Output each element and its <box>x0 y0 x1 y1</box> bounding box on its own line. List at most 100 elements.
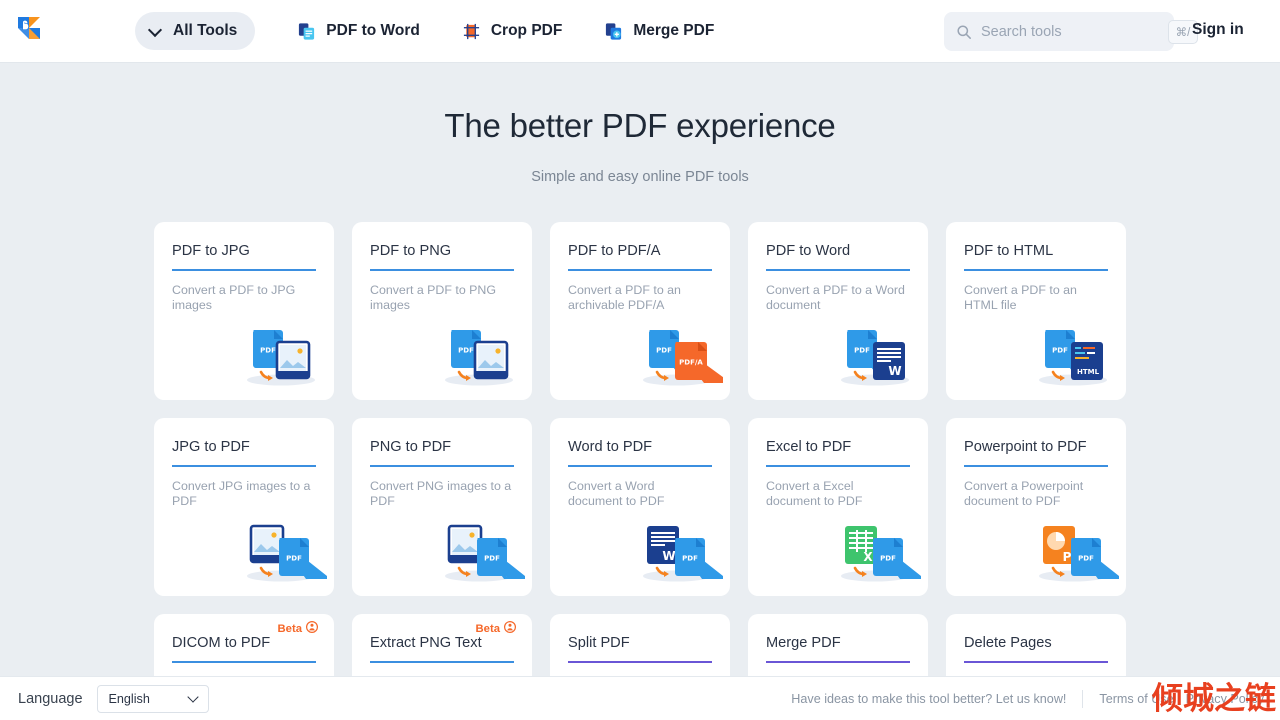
word-to-pdf-illustration-icon: W PDF <box>631 520 726 582</box>
all-tools-label: All Tools <box>173 22 238 39</box>
nav-item-pdf-to-word[interactable]: PDF to Word <box>297 22 420 41</box>
xodo-butterfly-logo-icon <box>16 15 46 48</box>
tool-card[interactable]: JPG to PDF Convert JPG images to a PDF PD… <box>154 418 334 596</box>
search-icon <box>956 24 972 40</box>
svg-text:PDF: PDF <box>286 555 302 563</box>
tool-card-accent-rule <box>568 661 712 663</box>
tool-card-accent-rule <box>766 465 910 467</box>
tools-grid: PDF to JPG Convert a PDF to JPG images PD… <box>154 222 1126 720</box>
svg-text:PDF: PDF <box>458 347 474 355</box>
image-to-pdf-illustration-icon: PDF <box>235 520 330 582</box>
tool-card-title: PDF to PDF/A <box>568 243 661 259</box>
beta-badge-label: Beta <box>277 623 303 635</box>
nav-item-crop-pdf[interactable]: Crop PDF <box>462 22 562 41</box>
tool-card-accent-rule <box>370 269 514 271</box>
beta-info-icon <box>503 620 517 638</box>
tool-card-description: Convert a Excel document to PDF <box>766 478 863 508</box>
nav-item-merge-pdf[interactable]: Merge PDF <box>604 22 714 41</box>
tool-card-description: Convert a Word document to PDF <box>568 478 665 508</box>
tool-card-description: Convert a PDF to a Word document <box>766 282 905 312</box>
svg-text:P: P <box>1063 550 1072 564</box>
tool-card-description: Convert a Powerpoint document to PDF <box>964 478 1084 508</box>
tool-card-accent-rule <box>172 269 316 271</box>
tool-card-accent-rule <box>568 269 712 271</box>
tool-card-description: Convert a PDF to PNG images <box>370 282 497 312</box>
language-label: Language <box>18 690 83 707</box>
svg-text:PDF: PDF <box>260 347 276 355</box>
tool-card-title: Excel to PDF <box>766 439 852 455</box>
tool-card-description: Convert a PDF to JPG images <box>172 282 296 312</box>
tool-card-title: PDF to HTML <box>964 243 1054 259</box>
tool-card-accent-rule <box>370 465 514 467</box>
tool-card[interactable]: PDF to Word Convert a PDF to a Word docum… <box>748 222 928 400</box>
search-tools-container[interactable]: ⌘/ <box>944 12 1198 51</box>
tool-card[interactable]: PDF to JPG Convert a PDF to JPG images PD… <box>154 222 334 400</box>
tool-card-description: Convert a PDF to an archivable PDF/A <box>568 282 681 312</box>
tool-card-description: Convert a PDF to an HTML file <box>964 282 1077 312</box>
beta-badge: Beta <box>278 620 319 638</box>
tool-card-accent-rule <box>172 465 316 467</box>
top-header: All Tools PDF to Word Crop PDF Merge PDF… <box>0 0 1280 63</box>
tool-card-title: JPG to PDF <box>172 439 250 455</box>
sign-in-button[interactable]: Sign in <box>1192 21 1244 39</box>
all-tools-button[interactable]: All Tools <box>135 12 256 50</box>
nav-label: Merge PDF <box>633 22 715 39</box>
nav-label: Crop PDF <box>490 22 563 39</box>
tool-card-title: PNG to PDF <box>370 439 452 455</box>
svg-text:PDF/A: PDF/A <box>679 359 703 367</box>
tool-card-title: PDF to PNG <box>370 243 452 259</box>
svg-text:PDF: PDF <box>880 555 896 563</box>
tool-card-title: PDF to JPG <box>172 243 250 259</box>
page-title: The better PDF experience <box>444 107 836 144</box>
hero-section: The better PDF experience Simple and eas… <box>0 63 1280 185</box>
chevron-down-icon <box>188 693 200 705</box>
tool-card-title: Word to PDF <box>568 439 653 455</box>
pdf-to-image-illustration-icon: PDF <box>433 324 519 386</box>
beta-badge-label: Beta <box>475 623 501 635</box>
terms-of-use-link[interactable]: Terms of Use <box>1099 692 1173 706</box>
tool-card-accent-rule <box>964 465 1108 467</box>
tool-card-accent-rule <box>766 661 910 663</box>
tool-card[interactable]: Powerpoint to PDF Convert a Powerpoint do… <box>946 418 1126 596</box>
tool-card-title: Powerpoint to PDF <box>964 439 1087 455</box>
tool-card[interactable]: PNG to PDF Convert PNG images to a PDF PD… <box>352 418 532 596</box>
tool-card[interactable]: PDF to HTML Convert a PDF to an HTML file… <box>946 222 1126 400</box>
header-nav: PDF to Word Crop PDF Merge PDF <box>297 22 714 41</box>
search-input[interactable] <box>981 23 1168 40</box>
tool-card-title: PDF to Word <box>766 243 851 259</box>
svg-text:PDF: PDF <box>484 555 500 563</box>
footer-links: Have ideas to make this tool better? Let… <box>791 677 1264 720</box>
image-to-pdf-illustration-icon: PDF <box>433 520 528 582</box>
tool-card[interactable]: Excel to PDF Convert a Excel document to … <box>748 418 928 596</box>
svg-text:X: X <box>863 550 873 564</box>
tool-card-accent-rule <box>568 465 712 467</box>
svg-text:PDF: PDF <box>656 347 672 355</box>
language-value: English <box>108 691 150 706</box>
language-select[interactable]: English <box>96 684 209 713</box>
tool-card-accent-rule <box>766 269 910 271</box>
pdf-to-word-illustration-icon: PDF W <box>829 324 915 386</box>
tool-card-accent-rule <box>964 269 1108 271</box>
svg-text:W: W <box>888 364 901 378</box>
tool-card-accent-rule <box>964 661 1108 663</box>
app-logo[interactable] <box>0 15 62 48</box>
excel-to-pdf-illustration-icon: X PDF <box>829 520 924 582</box>
tool-card-title: Merge PDF <box>766 635 841 651</box>
bottom-footer: Language English Have ideas to make this… <box>0 676 1280 720</box>
tool-card-accent-rule <box>172 661 316 663</box>
svg-text:PDF: PDF <box>682 555 698 563</box>
svg-text:PDF: PDF <box>854 347 870 355</box>
beta-badge: Beta <box>476 620 517 638</box>
privacy-policy-link[interactable]: Privacy Policy <box>1186 692 1264 706</box>
page-subtitle: Simple and easy online PDF tools <box>531 169 749 185</box>
beta-info-icon <box>305 620 319 638</box>
svg-text:PDF: PDF <box>1078 555 1094 563</box>
feedback-link[interactable]: Have ideas to make this tool better? Let… <box>791 692 1066 706</box>
tool-card[interactable]: PDF to PDF/A Convert a PDF to an archivab… <box>550 222 730 400</box>
tool-card[interactable]: Word to PDF Convert a Word document to PD… <box>550 418 730 596</box>
pdf-to-word-icon <box>297 22 316 41</box>
pdf-to-pdfa-illustration-icon: PDF PDF/A <box>631 324 730 386</box>
ppt-to-pdf-illustration-icon: P PDF <box>1027 520 1122 582</box>
tool-card-description: Convert JPG images to a PDF <box>172 478 311 508</box>
tool-card[interactable]: PDF to PNG Convert a PDF to PNG images PD… <box>352 222 532 400</box>
